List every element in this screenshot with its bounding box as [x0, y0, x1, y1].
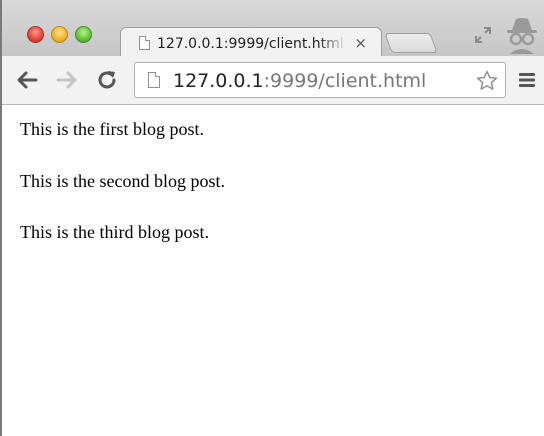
url-path: :9999/client.html [263, 70, 427, 92]
address-bar[interactable]: 127.0.0.1:9999/client.html [134, 62, 506, 98]
document-icon [139, 36, 150, 50]
page-content: This is the first blog post. This is the… [4, 105, 544, 436]
blog-post: This is the second blog post. [20, 171, 225, 191]
minimize-window-button[interactable] [51, 26, 68, 43]
browser-toolbar: 127.0.0.1:9999/client.html [2, 56, 544, 105]
blog-post: This is the first blog post. [20, 119, 204, 139]
hamburger-menu-icon[interactable] [516, 69, 538, 91]
fullscreen-icon[interactable] [474, 26, 492, 44]
zoom-window-button[interactable] [75, 26, 92, 43]
back-arrow-icon[interactable] [14, 67, 40, 93]
star-icon[interactable] [475, 69, 499, 93]
tab-close-button[interactable]: × [354, 34, 367, 52]
tab-title: 127.0.0.1:9999/client.html [157, 36, 344, 52]
incognito-icon [507, 18, 537, 54]
new-tab-button[interactable] [384, 33, 438, 53]
tab-strip: 127.0.0.1:9999/client.html × [2, 0, 544, 59]
blog-post: This is the third blog post. [20, 222, 209, 242]
close-window-button[interactable] [27, 26, 44, 43]
forward-arrow-icon[interactable] [54, 67, 80, 93]
browser-window: 127.0.0.1:9999/client.html × 127.0.0.1:9… [0, 0, 544, 436]
reload-icon[interactable] [94, 67, 120, 93]
page-info-icon[interactable] [148, 72, 160, 88]
url-text[interactable]: 127.0.0.1:9999/client.html [173, 69, 426, 93]
tab-active[interactable]: 127.0.0.1:9999/client.html × [120, 27, 382, 59]
url-host: 127.0.0.1 [173, 70, 264, 92]
